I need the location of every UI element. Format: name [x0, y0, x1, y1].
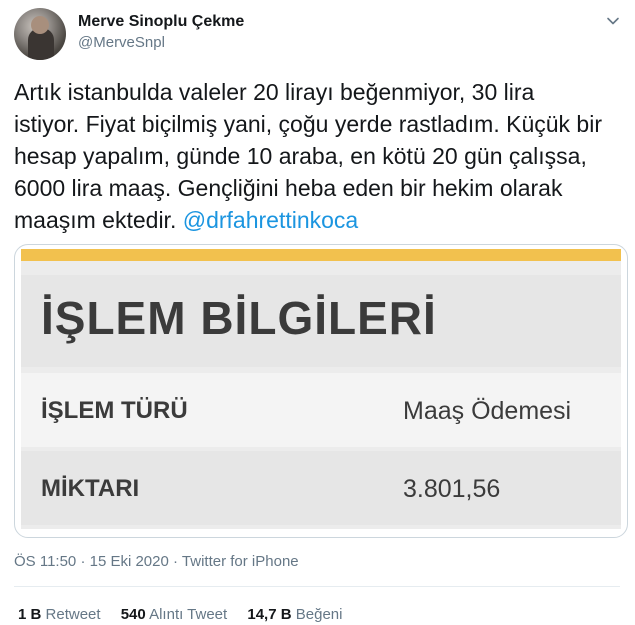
- tweet-text-line: hesap yapalım, günde 10 araba, en kötü 2…: [14, 143, 587, 169]
- receipt-accent-bar: [21, 249, 621, 261]
- retweets-stat[interactable]: 1 B Retweet: [18, 606, 101, 623]
- tweet-text-line-last: maaşım ektedir. @drfahrettinkoca: [14, 204, 614, 236]
- mention-link[interactable]: @drfahrettinkoca: [183, 207, 359, 233]
- divider: [14, 586, 620, 587]
- receipt-title-row: İŞLEM BİLGİLERİ: [21, 275, 621, 367]
- tweet-text-fragment: maaşım ektedir.: [14, 207, 177, 233]
- retweets-label: Retweet: [45, 606, 101, 623]
- attached-image[interactable]: İŞLEM BİLGİLERİ İŞLEM TÜRÜ Maaş Ödemesi …: [14, 244, 628, 538]
- tweet-stats: 1 B Retweet 540 Alıntı Tweet 14,7 B Beğe…: [18, 606, 358, 623]
- chevron-down-icon[interactable]: [606, 14, 620, 28]
- likes-stat[interactable]: 14,7 B Beğeni: [247, 606, 342, 623]
- tweet-time[interactable]: ÖS 11:50: [14, 553, 76, 570]
- quotes-count: 540: [120, 606, 146, 623]
- receipt-row-label: MİKTARI: [41, 475, 140, 502]
- meta-separator: ·: [173, 553, 179, 570]
- likes-label: Beğeni: [295, 606, 343, 623]
- tweet-header: Merve Sinoplu Çekme @MerveSnpl: [14, 8, 620, 62]
- receipt-row: MİKTARI 3.801,56: [21, 451, 621, 525]
- retweets-count: 1 B: [18, 606, 42, 623]
- quotes-label: Alıntı Tweet: [149, 606, 228, 623]
- author-handle[interactable]: @MerveSnpl: [78, 32, 244, 54]
- receipt-row-value: 3.801,56: [403, 475, 501, 503]
- tweet-source[interactable]: Twitter for iPhone: [182, 553, 299, 570]
- likes-count: 14,7 B: [247, 606, 292, 623]
- receipt-title: İŞLEM BİLGİLERİ: [41, 292, 437, 344]
- tweet-text-line: Artık istanbulda valeler 20 lirayı beğen…: [14, 79, 535, 105]
- tweet-text-line: 6000 lira maaş. Gençliğini heba eden bir…: [14, 175, 563, 201]
- receipt-row-value: Maaş Ödemesi: [403, 397, 572, 425]
- receipt-row-label: İŞLEM TÜRÜ: [41, 397, 188, 424]
- tweet-meta: ÖS 11:50 · 15 Eki 2020 · Twitter for iPh…: [14, 553, 299, 570]
- tweet-date[interactable]: 15 Eki 2020: [90, 553, 169, 570]
- tweet: Merve Sinoplu Çekme @MerveSnpl Artık ist…: [0, 0, 635, 625]
- transaction-receipt: İŞLEM BİLGİLERİ İŞLEM TÜRÜ Maaş Ödemesi …: [21, 249, 621, 529]
- quotes-stat[interactable]: 540 Alıntı Tweet: [121, 606, 227, 623]
- avatar[interactable]: [14, 8, 66, 60]
- meta-separator: ·: [80, 553, 86, 570]
- author-display-name[interactable]: Merve Sinoplu Çekme: [78, 12, 244, 32]
- tweet-text-line: istiyor. Fiyat biçilmiş yani, çoğu yerde…: [14, 111, 602, 137]
- author-names: Merve Sinoplu Çekme @MerveSnpl: [78, 12, 244, 54]
- receipt-row: İŞLEM TÜRÜ Maaş Ödemesi: [21, 373, 621, 447]
- tweet-text: Artık istanbulda valeler 20 lirayı beğen…: [14, 76, 614, 236]
